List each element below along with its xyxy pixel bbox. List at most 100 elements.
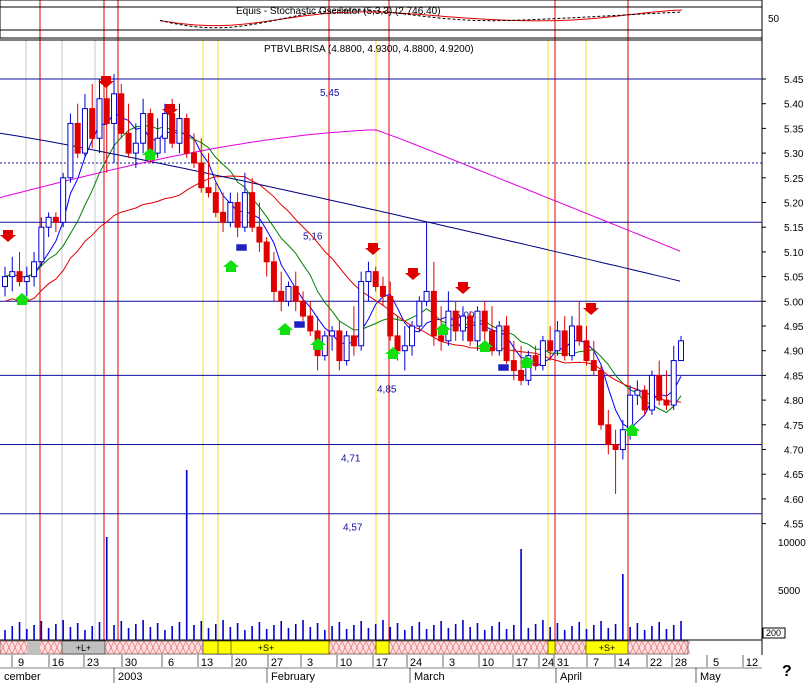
candle-body bbox=[67, 122, 74, 179]
candle-body bbox=[379, 285, 386, 297]
price-tick-label: 5.45 bbox=[784, 75, 804, 86]
strip-grey-cell bbox=[27, 641, 40, 654]
month-label: May bbox=[700, 671, 721, 683]
candle-body bbox=[23, 276, 30, 283]
candle-body bbox=[169, 113, 176, 144]
candle-body bbox=[329, 330, 336, 337]
candle-body bbox=[438, 335, 445, 342]
date-tick-label: 24 bbox=[410, 657, 422, 669]
candle-body bbox=[118, 93, 125, 134]
candle-body bbox=[140, 113, 147, 144]
buy-arrow-icon bbox=[223, 260, 239, 272]
candle-body bbox=[358, 281, 365, 347]
buy-arrow-icon bbox=[14, 293, 30, 305]
indicator-title: Equis - Stochastic Oscillator (5,3,3) (2… bbox=[236, 6, 441, 17]
date-tick-label: 17 bbox=[376, 657, 388, 669]
candle-body bbox=[263, 241, 270, 263]
candle-body bbox=[576, 325, 583, 342]
moving-averages bbox=[0, 111, 682, 430]
candle-body bbox=[81, 108, 88, 154]
candle-body bbox=[467, 315, 474, 342]
candle-body bbox=[74, 122, 81, 154]
candle-body bbox=[300, 300, 307, 317]
candle-body bbox=[190, 152, 197, 164]
price-tick-label: 4.95 bbox=[784, 322, 804, 333]
candle-body bbox=[161, 113, 168, 139]
level-label: 5,45 bbox=[320, 88, 340, 99]
volume-tick-label: 10000 bbox=[778, 538, 806, 549]
date-tick-label: 20 bbox=[235, 657, 247, 669]
signal-segment bbox=[375, 640, 390, 655]
price-tick-label: 4.55 bbox=[784, 520, 804, 531]
date-tick-label: 5 bbox=[713, 657, 719, 669]
candle-body bbox=[598, 369, 605, 426]
candle-body bbox=[198, 162, 205, 189]
sell-arrow-icon bbox=[583, 303, 599, 315]
candle-body bbox=[568, 325, 575, 357]
candle-body bbox=[31, 261, 38, 278]
date-tick-label: 28 bbox=[675, 657, 687, 669]
candle-body bbox=[292, 285, 299, 302]
date-tick-label: 23 bbox=[87, 657, 99, 669]
candle-body bbox=[539, 340, 546, 367]
sell-arrow-icon bbox=[0, 230, 16, 242]
date-tick-label: 10 bbox=[340, 657, 352, 669]
signal-markers bbox=[0, 76, 640, 436]
candle-body bbox=[241, 192, 248, 228]
candle-body bbox=[518, 369, 525, 381]
date-tick-label: 12 bbox=[746, 657, 758, 669]
month-label: April bbox=[560, 671, 582, 683]
sell-arrow-icon bbox=[455, 282, 471, 294]
volume-bars bbox=[4, 470, 682, 640]
date-tick-label: 10 bbox=[482, 657, 494, 669]
candle-body bbox=[132, 142, 139, 154]
date-tick-label: 27 bbox=[271, 657, 283, 669]
info-flag-icon bbox=[235, 243, 248, 252]
candle-body bbox=[612, 444, 619, 450]
candle-body bbox=[307, 315, 314, 332]
candle-body bbox=[60, 177, 67, 223]
candle-body bbox=[256, 226, 263, 243]
candle-body bbox=[103, 98, 110, 124]
candle-body bbox=[343, 335, 350, 362]
sell-arrow-icon bbox=[365, 243, 381, 255]
ma-navy-line bbox=[0, 132, 681, 282]
price-tick-label: 5.20 bbox=[784, 199, 804, 210]
signal-segment bbox=[217, 640, 232, 655]
candle-body bbox=[532, 355, 539, 367]
date-tick-label: 9 bbox=[18, 657, 24, 669]
info-flag-icon bbox=[497, 363, 510, 372]
ma-red-line bbox=[4, 175, 682, 403]
sell-arrow-icon bbox=[98, 76, 114, 88]
date-tick-label: 17 bbox=[516, 657, 528, 669]
month-label: 2003 bbox=[118, 671, 142, 683]
info-flag-icon bbox=[293, 320, 306, 329]
candle-body bbox=[423, 290, 430, 302]
signal-segment-label: +S+ bbox=[599, 643, 616, 653]
price-tick-label: 5.15 bbox=[784, 223, 804, 234]
candle-body bbox=[670, 360, 677, 406]
level-label: 4,57 bbox=[343, 523, 363, 534]
candle-body bbox=[38, 226, 45, 263]
candle-body bbox=[249, 192, 256, 228]
candle-body bbox=[147, 113, 154, 154]
date-tick-label: 24 bbox=[542, 657, 554, 669]
candle-body bbox=[183, 118, 190, 154]
axes: 5.45 5.40 5.35 5.30 5.25 5.20 5.15 5.10 5.05 5.00… bbox=[0, 75, 806, 683]
candle-body bbox=[45, 216, 52, 228]
price-tick-label: 5.10 bbox=[784, 248, 804, 259]
candle-body bbox=[16, 271, 23, 283]
date-tick-label: 14 bbox=[618, 657, 630, 669]
date-tick-label: 6 bbox=[168, 657, 174, 669]
price-tick-label: 5.05 bbox=[784, 273, 804, 284]
candle-body bbox=[111, 93, 118, 124]
candle-body bbox=[510, 360, 517, 371]
candle-body bbox=[234, 202, 241, 228]
candle-body bbox=[619, 429, 626, 450]
signal-segment bbox=[547, 640, 556, 655]
candle-body bbox=[678, 340, 684, 362]
candle-body bbox=[227, 202, 234, 223]
indicator-axis-label: 50 bbox=[768, 14, 780, 25]
ohlc-label: PTBVLBRISA (4.8800, 4.9300, 4.8800, 4.92… bbox=[264, 44, 474, 55]
candle-body bbox=[220, 211, 227, 223]
